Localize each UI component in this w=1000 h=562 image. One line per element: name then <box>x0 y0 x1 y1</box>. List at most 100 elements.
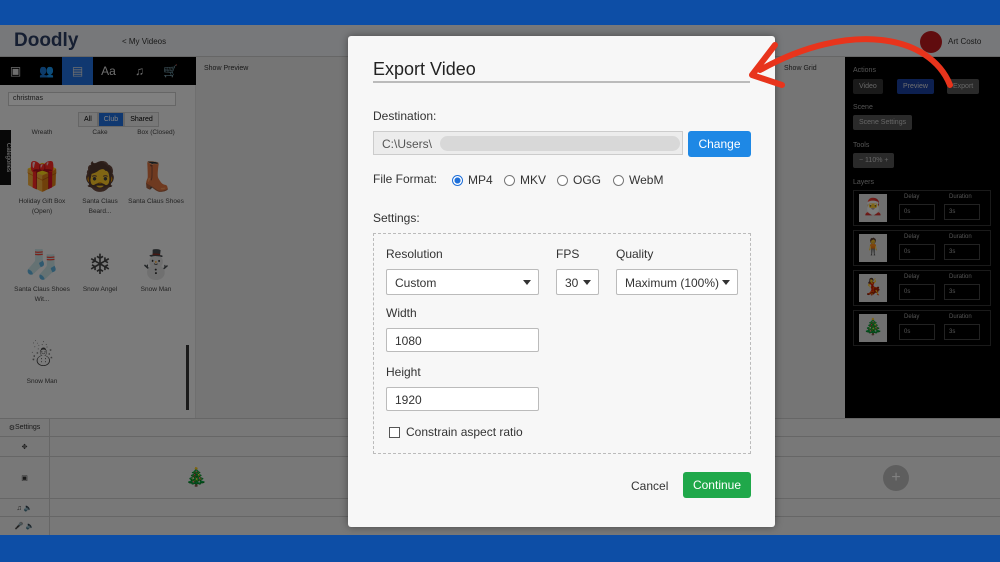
image-track-icon: ▣ <box>0 457 50 498</box>
duration-input[interactable]: 3s <box>944 244 980 260</box>
redacted-path <box>440 136 680 151</box>
scrollbar[interactable] <box>186 345 189 410</box>
delay-input[interactable]: 0s <box>899 204 935 220</box>
continue-button[interactable]: Continue <box>683 472 751 498</box>
filter-all[interactable]: All <box>78 112 98 127</box>
asset-label: Snow Angel <box>82 286 118 293</box>
characters-icon[interactable]: 👥 <box>31 57 62 85</box>
height-label: Height <box>386 365 421 379</box>
user-name[interactable]: Art Costo <box>948 37 981 46</box>
asset-label: Cake <box>92 129 108 136</box>
asset-label: Snow Man <box>26 378 58 385</box>
fps-select[interactable]: 30 <box>556 269 599 295</box>
asset-toolbar: ▣ 👥 ▤ Aa ♫ 🛒 <box>0 57 196 85</box>
categories-tab[interactable]: Categories <box>0 130 11 185</box>
radio-icon <box>557 174 568 186</box>
cancel-button[interactable]: Cancel <box>631 479 668 493</box>
constrain-aspect-label[interactable]: Constrain aspect ratio <box>406 425 523 439</box>
layer-thumbnail: 💃 <box>859 274 887 302</box>
asset-item[interactable]: Cake <box>72 128 128 138</box>
beard-icon: 🧔 <box>82 161 118 192</box>
asset-label: Box (Closed) <box>137 129 175 136</box>
asset-item[interactable]: Box (Closed) <box>128 128 184 138</box>
dialog-title: Export Video <box>373 59 476 79</box>
layer-row[interactable]: 💃 Delay Duration 0s 3s <box>853 270 991 306</box>
delay-label: Delay <box>904 274 920 280</box>
destination-field[interactable]: C:\Users\ <box>373 131 683 155</box>
show-preview-toggle[interactable]: Show Preview <box>204 65 248 72</box>
delay-input[interactable]: 0s <box>899 244 935 260</box>
format-ogg-radio[interactable]: OGG <box>557 173 601 187</box>
user-avatar-icon[interactable] <box>920 31 942 53</box>
preview-button[interactable]: Preview <box>897 79 934 94</box>
timeline-settings[interactable]: ⚙ Settings <box>0 419 50 436</box>
asset-item[interactable]: 🎁 Holiday Gift Box (Open) <box>14 157 70 217</box>
scene-thumbnail[interactable]: 🎄 <box>185 467 207 488</box>
layer-thumbnail: 🧍 <box>859 234 887 262</box>
doodly-logo: Doodly <box>14 30 79 51</box>
export-button[interactable]: Export <box>947 79 980 94</box>
settings-label: Settings <box>14 424 41 431</box>
duration-label: Duration <box>949 274 972 280</box>
scene-label: Scene <box>853 104 873 111</box>
duration-input[interactable]: 3s <box>944 324 980 340</box>
asset-item[interactable]: ❄ Snow Angel <box>72 245 128 295</box>
delay-input[interactable]: 0s <box>899 324 935 340</box>
format-label: OGG <box>573 173 602 187</box>
image-icon[interactable]: ▣ <box>0 57 31 85</box>
format-mp4-radio[interactable]: MP4 <box>452 173 493 187</box>
text-icon[interactable]: Aa <box>93 57 124 85</box>
layer-row[interactable]: 🎅 Delay Duration 0s 3s <box>853 190 991 226</box>
add-scene-icon[interactable]: + <box>883 465 909 491</box>
actions-label: Actions <box>853 67 876 74</box>
scene-settings-button[interactable]: Scene Settings <box>853 115 913 130</box>
destination-value: C:\Users\ <box>382 137 433 151</box>
video-frame-bottom <box>0 535 1000 562</box>
change-button[interactable]: Change <box>688 131 751 157</box>
duration-input[interactable]: 3s <box>944 204 980 220</box>
asset-item[interactable]: 🧔 Santa Claus Beard... <box>72 157 128 217</box>
format-webm-radio[interactable]: WebM <box>613 173 663 187</box>
radio-icon <box>613 174 624 186</box>
width-input[interactable]: 1080 <box>386 328 539 352</box>
cart-icon[interactable]: 🛒 <box>155 57 186 85</box>
delay-label: Delay <box>904 314 920 320</box>
duration-label: Duration <box>949 314 972 320</box>
resolution-select[interactable]: Custom <box>386 269 539 295</box>
tools-label: Tools <box>853 142 870 149</box>
format-label: MKV <box>520 173 547 187</box>
show-grid-toggle[interactable]: Show Grid <box>784 65 817 72</box>
duration-label: Duration <box>949 234 972 240</box>
video-select[interactable]: Video <box>853 79 883 94</box>
move-icon[interactable]: ✥ <box>0 437 50 456</box>
props-icon[interactable]: ▤ <box>62 57 93 85</box>
delay-label: Delay <box>904 194 920 200</box>
zoom-control[interactable]: − 110% + <box>853 153 895 168</box>
duration-label: Duration <box>949 194 972 200</box>
asset-item[interactable]: 🧦 Santa Claus Shoes Wit... <box>14 245 70 305</box>
height-input[interactable]: 1920 <box>386 387 539 411</box>
layer-row[interactable]: 🧍 Delay Duration 0s 3s <box>853 230 991 266</box>
asset-label: Snow Man <box>140 286 172 293</box>
music-icon: ♫ 🔈 <box>0 499 50 516</box>
filter-club[interactable]: Club <box>97 112 125 127</box>
asset-item[interactable]: ⛄ Snow Man <box>128 245 184 295</box>
filter-shared[interactable]: Shared <box>124 112 159 127</box>
my-videos-link[interactable]: < My Videos <box>122 37 166 46</box>
microphone-icon: 🎤 🔈 <box>0 517 50 535</box>
search-input[interactable]: christmas <box>8 92 176 106</box>
layer-row[interactable]: 🎄 Delay Duration 0s 3s <box>853 310 991 346</box>
constrain-aspect-checkbox[interactable] <box>389 427 400 438</box>
asset-item[interactable]: 👢 Santa Claus Shoes <box>128 157 184 207</box>
quality-select[interactable]: Maximum (100%) <box>616 269 738 295</box>
duration-input[interactable]: 3s <box>944 284 980 300</box>
delay-input[interactable]: 0s <box>899 284 935 300</box>
music-icon[interactable]: ♫ <box>124 57 155 85</box>
asset-item[interactable]: ☃ Snow Man <box>14 337 70 387</box>
asset-item[interactable]: Wreath <box>14 128 70 138</box>
delay-label: Delay <box>904 234 920 240</box>
asset-label: Holiday Gift Box (Open) <box>18 198 66 215</box>
file-format-label: File Format: <box>373 172 438 186</box>
format-mkv-radio[interactable]: MKV <box>504 173 546 187</box>
gift-box-icon: 🎁 <box>24 161 60 192</box>
